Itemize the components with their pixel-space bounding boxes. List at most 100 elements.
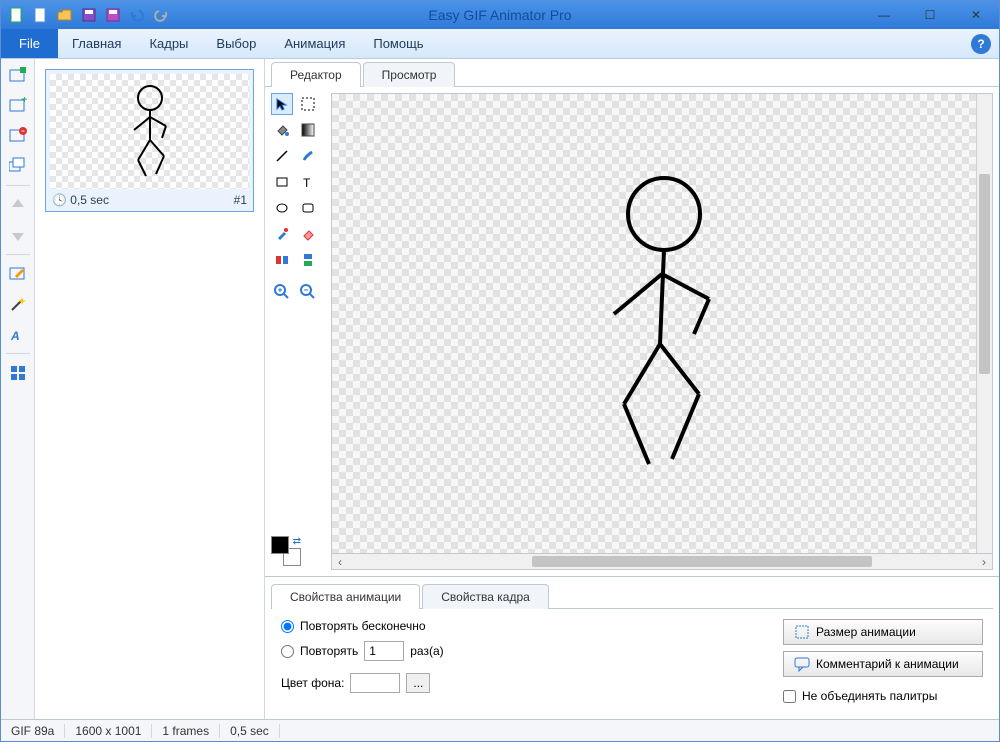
tool-roundrect-icon[interactable] xyxy=(297,197,319,219)
checkbox-no-merge[interactable] xyxy=(783,690,796,703)
tab-frame-props[interactable]: Свойства кадра xyxy=(422,584,549,609)
bgcolor-browse-button[interactable]: ... xyxy=(406,673,430,693)
button-anim-comment-label: Комментарий к анимации xyxy=(816,657,959,671)
label-no-merge: Не объединять палитры xyxy=(802,689,937,703)
properties-panel: Свойства анимации Свойства кадра Повторя… xyxy=(265,576,999,719)
titlebar: Easy GIF Animator Pro — ☐ ✕ xyxy=(1,1,999,29)
radio-repeat-n[interactable] xyxy=(281,645,294,658)
qat-new-icon[interactable] xyxy=(7,5,27,25)
label-bgcolor: Цвет фона: xyxy=(281,676,344,690)
editor-body: T xyxy=(265,87,999,576)
qat-open-icon[interactable] xyxy=(55,5,75,25)
frame-thumbnail[interactable]: 🕓 0,5 sec #1 xyxy=(45,69,254,212)
status-dimensions: 1600 x 1001 xyxy=(65,724,152,738)
app-title: Easy GIF Animator Pro xyxy=(428,7,571,23)
svg-text:A: A xyxy=(10,329,20,343)
button-anim-size-label: Размер анимации xyxy=(816,625,916,639)
vertical-scrollbar[interactable] xyxy=(976,94,992,553)
qat-redo-icon[interactable] xyxy=(151,5,171,25)
canvas-area: ‹ › xyxy=(331,93,993,570)
tab-anim-props[interactable]: Свойства анимации xyxy=(271,584,420,609)
tool-ellipse-icon[interactable] xyxy=(271,197,293,219)
statusbar: GIF 89a 1600 x 1001 1 frames 0,5 sec xyxy=(1,719,999,741)
svg-text:T: T xyxy=(303,176,311,189)
tool-flip-v-icon[interactable] xyxy=(297,249,319,271)
menu-animation[interactable]: Анимация xyxy=(270,29,359,58)
tab-preview[interactable]: Просмотр xyxy=(363,62,456,87)
lt-text-icon[interactable]: A xyxy=(6,323,30,345)
tool-marquee-icon[interactable] xyxy=(297,93,319,115)
menu-help[interactable]: Помощь xyxy=(359,29,437,58)
window-controls: — ☐ ✕ xyxy=(861,1,999,29)
repeat-count-spinner[interactable]: 1 xyxy=(364,641,404,661)
tool-brush-icon[interactable] xyxy=(297,145,319,167)
status-format: GIF 89a xyxy=(1,724,65,738)
swap-colors-icon[interactable]: ⇄ xyxy=(293,536,301,547)
label-repeat: Повторять xyxy=(300,644,358,658)
svg-text:-: - xyxy=(21,127,25,137)
resize-icon xyxy=(794,624,810,640)
help-icon[interactable]: ? xyxy=(971,34,991,54)
qat-new-doc-icon[interactable] xyxy=(31,5,51,25)
color-swatches: ⇄ xyxy=(271,532,325,570)
lt-duplicate-frame-icon[interactable] xyxy=(6,155,30,177)
tool-flip-h-icon[interactable] xyxy=(271,249,293,271)
tool-pointer-icon[interactable] xyxy=(271,93,293,115)
menu-file[interactable]: File xyxy=(1,29,58,58)
minimize-button[interactable]: — xyxy=(861,1,907,29)
qat-save2-icon[interactable] xyxy=(103,5,123,25)
svg-text:+: + xyxy=(21,97,27,106)
tool-zoom-in-icon[interactable] xyxy=(271,281,293,303)
radio-repeat-infinite[interactable] xyxy=(281,620,294,633)
frame-preview xyxy=(50,74,249,189)
tool-line-icon[interactable] xyxy=(271,145,293,167)
menubar: File Главная Кадры Выбор Анимация Помощь… xyxy=(1,29,999,59)
label-repeat-infinite: Повторять бесконечно xyxy=(300,619,426,633)
lt-move-down-icon[interactable] xyxy=(6,224,30,246)
body: + - A xyxy=(1,59,999,719)
frame-footer: 🕓 0,5 sec #1 xyxy=(50,189,249,207)
hscroll-thumb[interactable] xyxy=(532,556,872,567)
frame-number: #1 xyxy=(234,193,247,207)
lt-delete-frame-icon[interactable]: - xyxy=(6,125,30,147)
lt-add-frame-icon[interactable] xyxy=(6,65,30,87)
main-panel: Редактор Просмотр xyxy=(265,59,999,719)
menu-frames[interactable]: Кадры xyxy=(135,29,202,58)
drawing-canvas[interactable] xyxy=(332,94,976,553)
qat-undo-icon[interactable] xyxy=(127,5,147,25)
props-left: Повторять бесконечно Повторять 1 раз(а) … xyxy=(281,619,444,703)
quick-access-toolbar xyxy=(1,5,171,25)
qat-save-icon[interactable] xyxy=(79,5,99,25)
comment-icon xyxy=(794,656,810,672)
editor-tabs: Редактор Просмотр xyxy=(265,59,999,87)
tool-eraser-icon[interactable] xyxy=(297,223,319,245)
tool-zoom-out-icon[interactable] xyxy=(297,281,319,303)
lt-wizard-icon[interactable] xyxy=(6,293,30,315)
tool-palette: T xyxy=(271,93,325,303)
tool-gradient-icon[interactable] xyxy=(297,119,319,141)
tool-eyedropper-icon[interactable] xyxy=(271,223,293,245)
button-anim-comment[interactable]: Комментарий к анимации xyxy=(783,651,983,677)
tab-editor[interactable]: Редактор xyxy=(271,62,361,87)
horizontal-scrollbar[interactable]: ‹ › xyxy=(331,554,993,570)
bgcolor-swatch[interactable] xyxy=(350,673,400,693)
close-button[interactable]: ✕ xyxy=(953,1,999,29)
left-toolbar: + - A xyxy=(1,59,35,719)
lt-grid-icon[interactable] xyxy=(6,362,30,384)
tool-fill-icon[interactable] xyxy=(271,119,293,141)
maximize-button[interactable]: ☐ xyxy=(907,1,953,29)
hscroll-right-icon[interactable]: › xyxy=(976,555,992,569)
tool-text-icon[interactable]: T xyxy=(297,171,319,193)
tool-rect-icon[interactable] xyxy=(271,171,293,193)
hscroll-left-icon[interactable]: ‹ xyxy=(332,555,348,569)
menu-main[interactable]: Главная xyxy=(58,29,135,58)
foreground-color-swatch[interactable] xyxy=(271,536,289,554)
props-right: Размер анимации Комментарий к анимации Н… xyxy=(783,619,983,703)
canvas-viewport xyxy=(331,93,993,554)
lt-move-up-icon[interactable] xyxy=(6,194,30,216)
button-anim-size[interactable]: Размер анимации xyxy=(783,619,983,645)
lt-insert-frame-icon[interactable]: + xyxy=(6,95,30,117)
vscroll-thumb[interactable] xyxy=(979,174,990,374)
lt-edit-frame-icon[interactable] xyxy=(6,263,30,285)
menu-selection[interactable]: Выбор xyxy=(202,29,270,58)
